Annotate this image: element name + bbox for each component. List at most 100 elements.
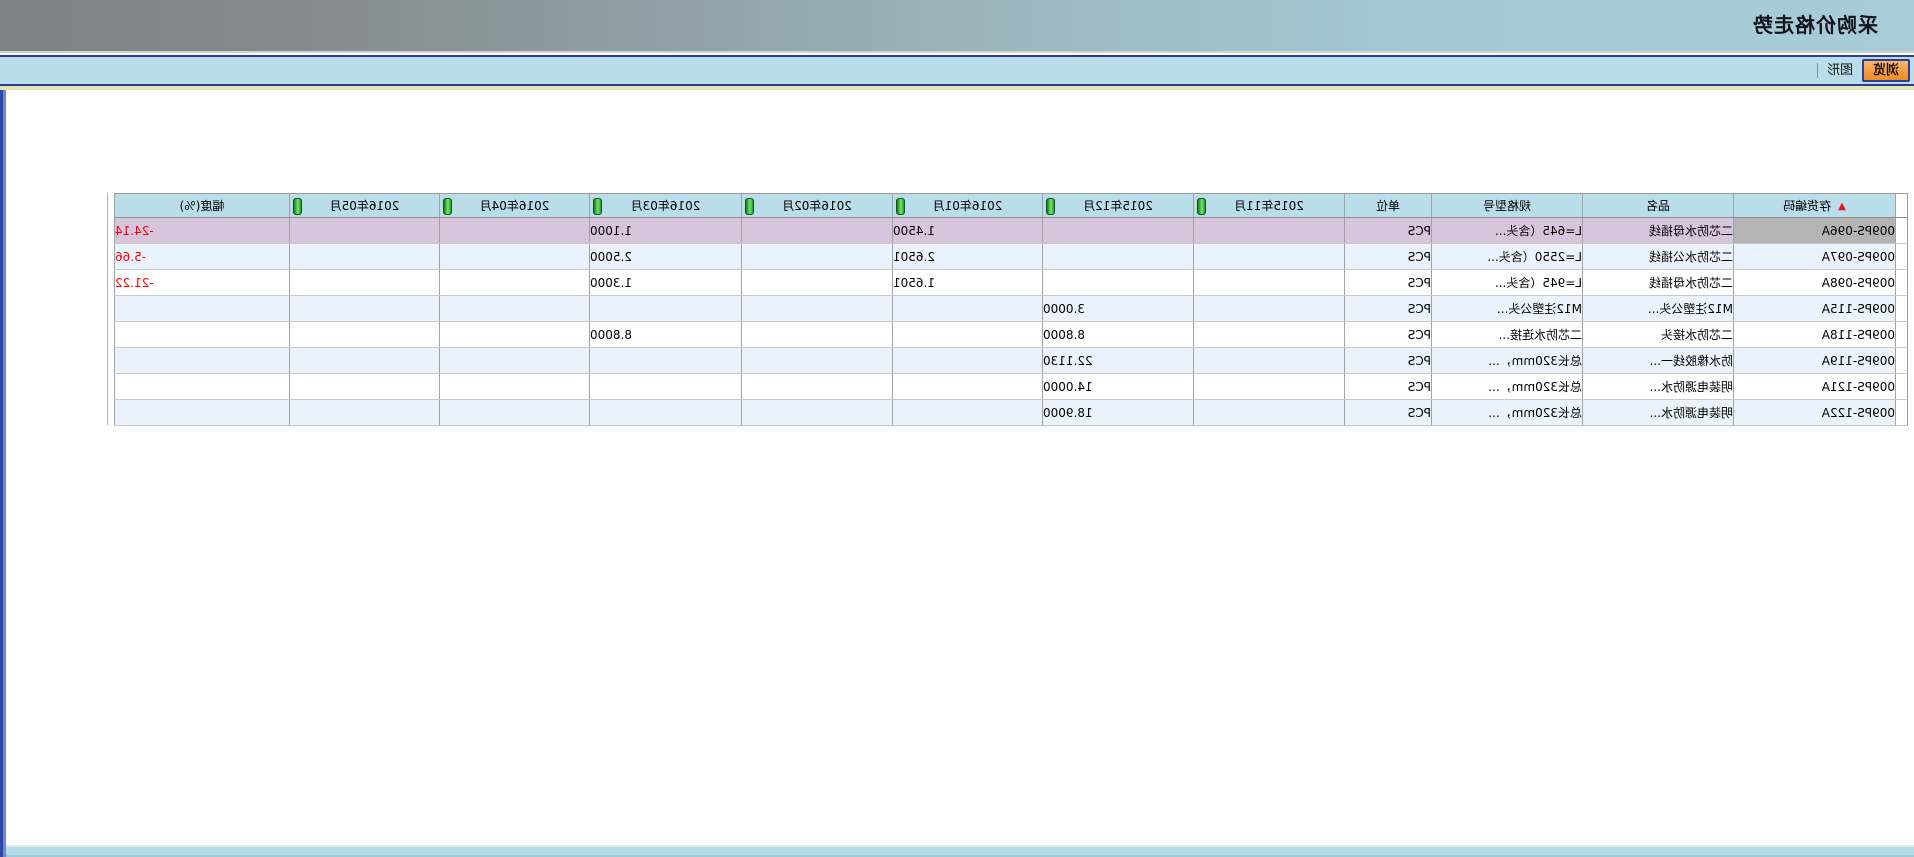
table-cell[interactable]: PCS	[1345, 374, 1432, 400]
row-indicator[interactable]	[1896, 244, 1908, 270]
table-cell[interactable]	[742, 374, 893, 400]
table-cell[interactable]	[590, 296, 742, 322]
table-cell[interactable]	[290, 296, 440, 322]
table-cell[interactable]: 二芯防水接头	[1583, 322, 1734, 348]
tab-browse[interactable]: 浏览	[1862, 59, 1910, 82]
table-cell[interactable]: 14.0000	[1043, 374, 1194, 400]
table-cell[interactable]	[1194, 218, 1345, 244]
table-cell[interactable]: 1.3000	[590, 270, 742, 296]
tab-graph[interactable]: 图形	[1827, 59, 1853, 82]
table-cell[interactable]: 二芯防水连接...	[1432, 322, 1583, 348]
header-cell-2[interactable]: 规格型号	[1432, 194, 1583, 218]
table-cell[interactable]	[290, 244, 440, 270]
table-cell[interactable]	[290, 348, 440, 374]
table-cell[interactable]: 明装电源防水...	[1583, 374, 1734, 400]
chart-icon[interactable]	[896, 198, 905, 215]
table-cell[interactable]: L=2550（含头...	[1432, 244, 1583, 270]
chart-icon[interactable]	[593, 198, 602, 215]
table-cell[interactable]	[1194, 400, 1345, 426]
table-cell[interactable]: -21.22	[115, 270, 290, 296]
table-cell[interactable]: 二芯防水公插线	[1583, 244, 1734, 270]
chart-icon[interactable]	[1046, 198, 1055, 215]
chart-icon[interactable]	[745, 198, 754, 215]
table-cell[interactable]	[115, 400, 290, 426]
row-indicator[interactable]	[1896, 296, 1908, 322]
table-cell[interactable]: M12注塑公头...	[1583, 296, 1734, 322]
table-cell[interactable]: 明装电源防水...	[1583, 400, 1734, 426]
table-cell[interactable]: 009PS-115A	[1734, 296, 1896, 322]
table-cell[interactable]: 防水橡胶线一...	[1583, 348, 1734, 374]
header-cell-0[interactable]: ▲存货编码	[1734, 194, 1896, 218]
row-indicator[interactable]	[1896, 348, 1908, 374]
table-cell[interactable]	[893, 400, 1043, 426]
table-cell[interactable]: 二芯防水母插线	[1583, 218, 1734, 244]
row-indicator[interactable]	[1896, 400, 1908, 426]
row-indicator[interactable]	[1896, 218, 1908, 244]
table-cell[interactable]: 2.6501	[893, 244, 1043, 270]
header-cell-9[interactable]: 2016年04月	[440, 194, 590, 218]
table-cell[interactable]: 总长320mm，...	[1432, 348, 1583, 374]
row-indicator[interactable]	[1896, 270, 1908, 296]
table-cell[interactable]: 2.5000	[590, 244, 742, 270]
table-cell[interactable]: 二芯防水母插线	[1583, 270, 1734, 296]
table-cell[interactable]: 1.6501	[893, 270, 1043, 296]
table-cell[interactable]: 009PS-096A	[1734, 218, 1896, 244]
table-cell[interactable]	[290, 322, 440, 348]
table-cell[interactable]	[1043, 270, 1194, 296]
chart-icon[interactable]	[293, 198, 302, 215]
table-cell[interactable]	[742, 270, 893, 296]
table-cell[interactable]	[440, 296, 590, 322]
table-cell[interactable]	[893, 322, 1043, 348]
table-cell[interactable]	[893, 296, 1043, 322]
table-cell[interactable]: PCS	[1345, 244, 1432, 270]
table-cell[interactable]: 22.1130	[1043, 348, 1194, 374]
table-cell[interactable]: 009PS-121A	[1734, 374, 1896, 400]
table-cell[interactable]: 总长320mm，...	[1432, 400, 1583, 426]
header-cell-1[interactable]: 品名	[1583, 194, 1734, 218]
table-cell[interactable]	[115, 296, 290, 322]
table-cell[interactable]	[440, 348, 590, 374]
table-cell[interactable]	[1043, 244, 1194, 270]
chart-icon[interactable]	[443, 198, 452, 215]
header-cell-5[interactable]: 2015年12月	[1043, 194, 1194, 218]
table-cell[interactable]: 009PS-119A	[1734, 348, 1896, 374]
table-cell[interactable]: 8.8000	[1043, 322, 1194, 348]
table-cell[interactable]	[590, 374, 742, 400]
table-cell[interactable]: -5.66	[115, 244, 290, 270]
table-cell[interactable]	[440, 218, 590, 244]
table-cell[interactable]: 009PS-097A	[1734, 244, 1896, 270]
table-cell[interactable]	[440, 374, 590, 400]
row-indicator[interactable]	[1896, 322, 1908, 348]
table-cell[interactable]	[1194, 244, 1345, 270]
header-cell-4[interactable]: 2015年11月	[1194, 194, 1345, 218]
table-cell[interactable]: PCS	[1345, 348, 1432, 374]
table-cell[interactable]	[290, 218, 440, 244]
table-cell[interactable]	[115, 374, 290, 400]
table-cell[interactable]	[742, 348, 893, 374]
table-cell[interactable]: 009PS-098A	[1734, 270, 1896, 296]
table-cell[interactable]	[440, 244, 590, 270]
table-cell[interactable]: M12注塑公头...	[1432, 296, 1583, 322]
table-cell[interactable]: PCS	[1345, 400, 1432, 426]
table-cell[interactable]: PCS	[1345, 322, 1432, 348]
row-indicator[interactable]	[1896, 374, 1908, 400]
header-cell-7[interactable]: 2016年02月	[742, 194, 893, 218]
table-cell[interactable]	[742, 322, 893, 348]
table-cell[interactable]: 1.1000	[590, 218, 742, 244]
table-cell[interactable]	[290, 374, 440, 400]
table-cell[interactable]: -24.14	[115, 218, 290, 244]
chart-icon[interactable]	[1197, 198, 1206, 215]
table-cell[interactable]	[742, 296, 893, 322]
table-cell[interactable]	[290, 270, 440, 296]
table-cell[interactable]: 8.8000	[590, 322, 742, 348]
table-cell[interactable]	[115, 348, 290, 374]
table-cell[interactable]	[1194, 374, 1345, 400]
row-indicator-header[interactable]	[1896, 194, 1908, 218]
table-cell[interactable]	[1194, 322, 1345, 348]
header-cell-11[interactable]: 幅度(%)	[115, 194, 290, 218]
table-cell[interactable]	[290, 400, 440, 426]
table-cell[interactable]: L=645（含头...	[1432, 218, 1583, 244]
table-cell[interactable]	[1194, 270, 1345, 296]
header-cell-8[interactable]: 2016年03月	[590, 194, 742, 218]
header-cell-10[interactable]: 2016年05月	[290, 194, 440, 218]
